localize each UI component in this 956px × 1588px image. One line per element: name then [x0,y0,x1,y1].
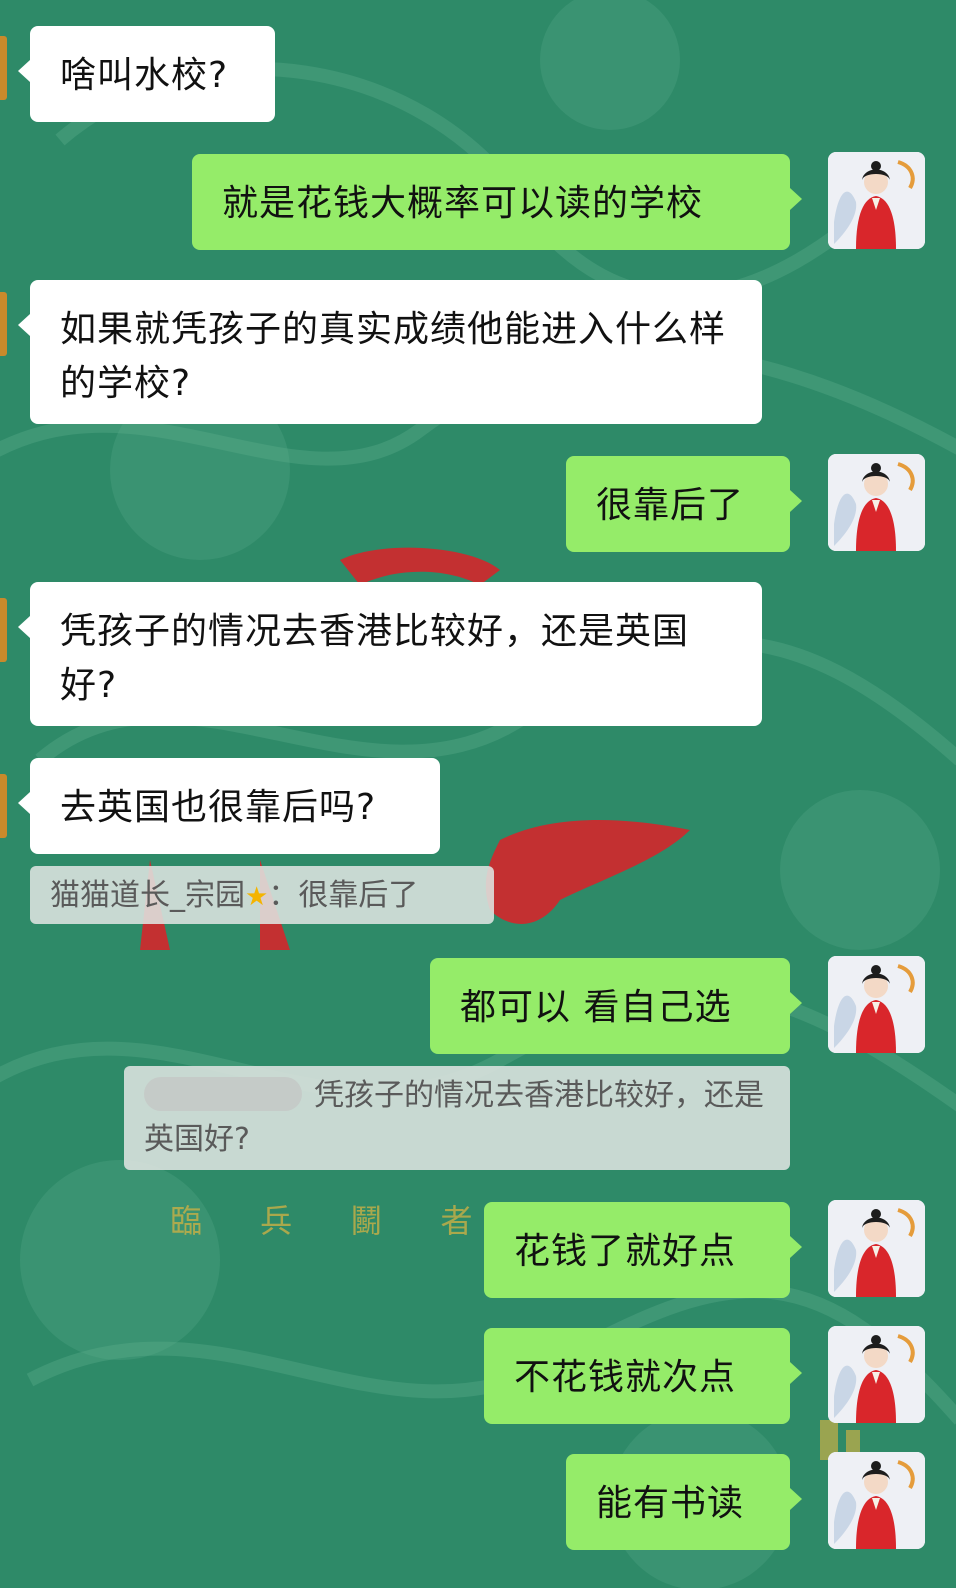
user-avatar[interactable] [828,1452,925,1549]
quoted-reply[interactable]: 猫猫道长_宗园★：很靠后了 [30,866,494,924]
message-bubble-incoming[interactable]: 如果就凭孩子的真实成绩他能进入什么样的学校? [18,280,762,424]
message-bubble-outgoing[interactable]: 就是花钱大概率可以读的学校 [192,154,802,250]
incoming-avatar-edge [0,598,7,662]
message-bubble-incoming[interactable]: 凭孩子的情况去香港比较好，还是英国好? [18,582,762,726]
star-icon: ★ [245,882,269,912]
message-text: 去英国也很靠后吗? [60,787,377,828]
message-text: 不花钱就次点 [514,1357,737,1398]
woman-in-red-hanfu-avatar-icon [828,1452,925,1549]
message-bubble-outgoing[interactable]: 都可以 看自己选 [430,958,802,1054]
woman-in-red-hanfu-avatar-icon [828,1326,925,1423]
message-text: 如果就凭孩子的真实成绩他能进入什么样的学校? [60,309,727,404]
user-avatar[interactable] [828,1200,925,1297]
user-avatar[interactable] [828,454,925,551]
woman-in-red-hanfu-avatar-icon [828,1200,925,1297]
blurred-sender-name [144,1077,302,1111]
user-avatar[interactable] [828,152,925,249]
message-text: 能有书读 [596,1483,745,1524]
quote-sender: 猫猫道长_宗园 [50,878,245,913]
message-text: 啥叫水校? [60,55,229,96]
incoming-avatar-edge [0,292,7,356]
woman-in-red-hanfu-avatar-icon [828,956,925,1053]
message-bubble-incoming[interactable]: 去英国也很靠后吗? [18,758,440,854]
user-avatar[interactable] [828,1326,925,1423]
message-bubble-outgoing[interactable]: 花钱了就好点 [484,1202,802,1298]
quoted-reply[interactable]: 凭孩子的情况去香港比较好，还是英国好? [124,1066,790,1170]
message-text: 就是花钱大概率可以读的学校 [222,183,704,224]
quote-text: 很靠后了 [298,878,419,913]
user-avatar[interactable] [828,956,925,1053]
message-bubble-outgoing[interactable]: 很靠后了 [566,456,802,552]
message-bubble-outgoing[interactable]: 不花钱就次点 [484,1328,802,1424]
message-bubble-outgoing[interactable]: 能有书读 [566,1454,802,1550]
message-bubble-incoming[interactable]: 啥叫水校? [18,26,275,122]
incoming-avatar-edge [0,36,7,100]
woman-in-red-hanfu-avatar-icon [828,454,925,551]
incoming-avatar-edge [0,774,7,838]
message-text: 都可以 看自己选 [460,987,732,1028]
message-text: 花钱了就好点 [514,1231,737,1272]
message-text: 很靠后了 [596,485,745,526]
quote-separator: ： [268,878,299,913]
message-text: 凭孩子的情况去香港比较好，还是英国好? [60,611,690,706]
woman-in-red-hanfu-avatar-icon [828,152,925,249]
